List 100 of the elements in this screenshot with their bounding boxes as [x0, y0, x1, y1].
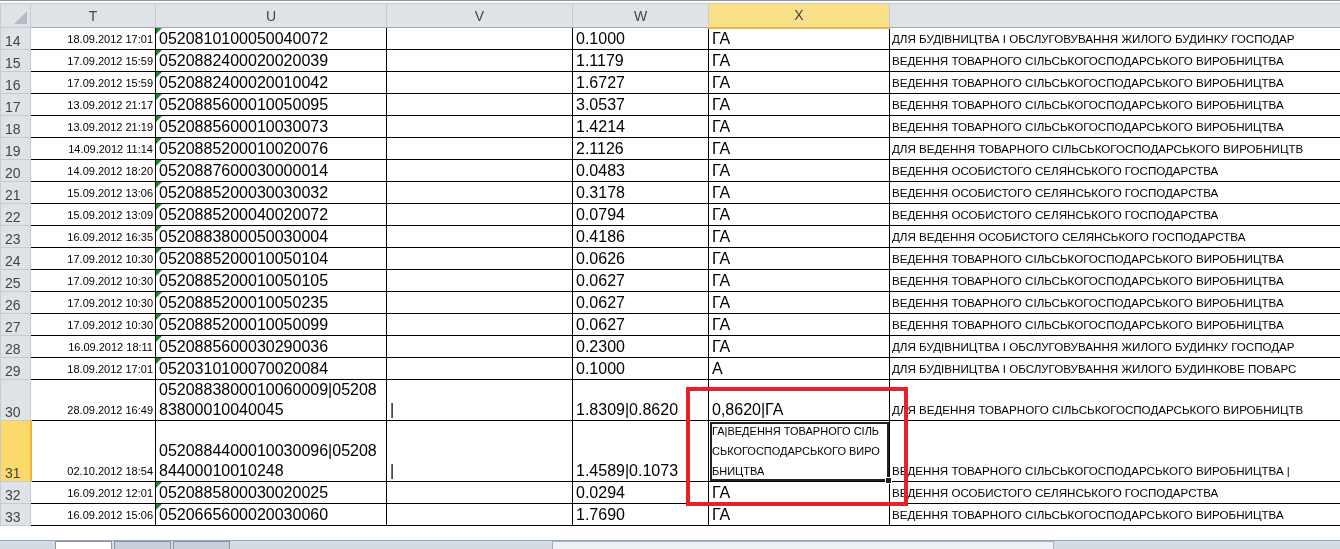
column-header[interactable]: V: [386, 3, 573, 28]
table-cell: |: [386, 379, 573, 421]
row-header[interactable]: 19: [0, 137, 31, 160]
table-cell: 0520885200010050104: [155, 247, 387, 270]
table-cell: 0520885600030290036: [155, 335, 387, 358]
table-cell: 1.4214: [572, 115, 709, 138]
table-cell: 14.09.2012 18:20: [30, 159, 156, 182]
table-cell: ГА: [708, 27, 890, 50]
table-cell: 1.6727: [572, 71, 709, 94]
table-cell: 13.09.2012 21:17: [30, 93, 156, 116]
table-cell: 15.09.2012 13:09: [30, 203, 156, 226]
row-header[interactable]: 26: [0, 291, 31, 314]
table-cell: 02.10.2012 18:54: [30, 420, 156, 482]
table-cell: 0520885200010050105: [155, 269, 387, 292]
table-cell: 0520885600010050095: [155, 93, 387, 116]
table-cell: ГА: [708, 181, 890, 204]
table-cell: ГА: [708, 225, 890, 248]
table-cell: 0.1000: [572, 27, 709, 50]
table-cell: 17.09.2012 15:59: [30, 49, 156, 72]
table-cell: 18.09.2012 17:01: [30, 357, 156, 380]
table-cell: ГА: [708, 49, 890, 72]
sheet-tab[interactable]: [173, 541, 230, 549]
table-cell: ГА: [708, 159, 890, 182]
sheet-tab[interactable]: [55, 541, 112, 549]
row-header[interactable]: 32: [0, 481, 31, 504]
table-cell: ГА: [708, 115, 890, 138]
table-cell: 14.09.2012 11:14: [30, 137, 156, 160]
table-cell: 0520885200010050099: [155, 313, 387, 336]
table-cell: 13.09.2012 21:19: [30, 115, 156, 138]
table-cell: 0520310100070020084: [155, 357, 387, 380]
table-cell: 0520882400020010042: [155, 71, 387, 94]
table-cell: 16.09.2012 18:11: [30, 335, 156, 358]
horizontal-scrollbar[interactable]: [552, 541, 1054, 549]
table-cell: 0.0294: [572, 481, 709, 504]
column-header[interactable]: W: [572, 3, 709, 28]
table-cell: 1.4589|0.1073: [572, 420, 709, 482]
table-cell: 3.0537: [572, 93, 709, 116]
row-header[interactable]: 29: [0, 357, 31, 380]
row-header[interactable]: 28: [0, 335, 31, 358]
column-header[interactable]: T: [30, 3, 156, 28]
table-cell: 0520665600020030060: [155, 503, 387, 526]
table-cell: 0.2300: [572, 335, 709, 358]
table-cell: 0.0627: [572, 291, 709, 314]
row-header[interactable]: 27: [0, 313, 31, 336]
row-header[interactable]: 22: [0, 203, 31, 226]
table-cell: 16.09.2012 12:01: [30, 481, 156, 504]
table-cell: 0.0627: [572, 313, 709, 336]
sheet-tab[interactable]: [114, 541, 171, 549]
table-cell: 0,8620|ГА: [708, 379, 890, 421]
table-cell: 0.1000: [572, 357, 709, 380]
row-header[interactable]: 17: [0, 93, 31, 116]
table-cell: 17.09.2012 15:59: [30, 71, 156, 94]
table-cell: ГА: [708, 247, 890, 270]
select-all-corner[interactable]: [0, 3, 31, 28]
table-cell: 0520885200030030032: [155, 181, 387, 204]
table-cell[interactable]: ГА|ВЕДЕННЯ ТОВАРНОГО СІЛЬСЬКОГОСПОДАРСЬКОГО ВИРОБНИЦТВА: [708, 420, 890, 482]
table-cell: 0.0626: [572, 247, 709, 270]
row-header[interactable]: 24: [0, 247, 31, 270]
table-cell: 18.09.2012 17:01: [30, 27, 156, 50]
table-cell: 0520885600010030073: [155, 115, 387, 138]
table-cell: 0520882400020020039: [155, 49, 387, 72]
table-cell: 0520884400010030096|0520884400010010248: [155, 420, 387, 482]
table-cell: ГА: [708, 71, 890, 94]
table-cell: ГА: [708, 313, 890, 336]
row-header[interactable]: 25: [0, 269, 31, 292]
table-cell: ГА: [708, 291, 890, 314]
table-cell: 15.09.2012 13:06: [30, 181, 156, 204]
table-cell: 0520885200040020072: [155, 203, 387, 226]
row-header[interactable]: 16: [0, 71, 31, 94]
row-header[interactable]: 23: [0, 225, 31, 248]
table-cell: 0520885200010020076: [155, 137, 387, 160]
table-cell: 0.0483: [572, 159, 709, 182]
table-cell: |: [386, 420, 573, 482]
table-cell: 0.0794: [572, 203, 709, 226]
table-cell: ГА: [708, 335, 890, 358]
column-header[interactable]: X: [708, 3, 890, 28]
table-cell: 0520885800030020025: [155, 481, 387, 504]
column-header[interactable]: U: [155, 3, 387, 28]
table-cell: ГА: [708, 269, 890, 292]
table-cell: 2.1126: [572, 137, 709, 160]
row-header[interactable]: 30: [0, 379, 31, 421]
table-cell: 0.4186: [572, 225, 709, 248]
row-header[interactable]: 20: [0, 159, 31, 182]
table-cell: 17.09.2012 10:30: [30, 269, 156, 292]
table-cell: 17.09.2012 10:30: [30, 247, 156, 270]
row-header[interactable]: 21: [0, 181, 31, 204]
row-header[interactable]: 15: [0, 49, 31, 72]
table-cell: 0520887600030000014: [155, 159, 387, 182]
table-cell: ГА: [708, 137, 890, 160]
table-cell: 0520810100050040072: [155, 27, 387, 50]
table-cell: ГА: [708, 503, 890, 526]
row-header[interactable]: 18: [0, 115, 31, 138]
table-cell: ГА: [708, 203, 890, 226]
row-header[interactable]: 33: [0, 503, 31, 526]
table-cell: 17.09.2012 10:30: [30, 291, 156, 314]
table-cell: 1.8309|0.8620: [572, 379, 709, 421]
fill-handle[interactable]: [885, 477, 892, 484]
table-cell: 1.1179: [572, 49, 709, 72]
row-header[interactable]: 31: [0, 420, 31, 482]
row-header[interactable]: 14: [0, 27, 31, 50]
